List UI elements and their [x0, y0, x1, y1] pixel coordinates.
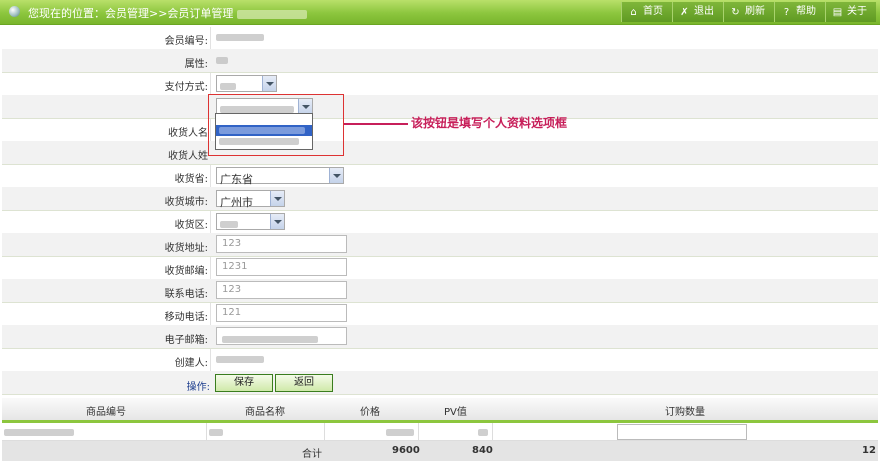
total-quantity: 12	[862, 445, 876, 456]
member-no-value	[216, 32, 264, 43]
highlight-box	[208, 94, 344, 156]
col-pv: PV值	[444, 407, 467, 418]
total-price: 9600	[392, 445, 420, 456]
receiver-name-label: 收货人名	[168, 128, 208, 139]
attr-value	[216, 55, 228, 66]
help-icon: ?	[783, 6, 790, 18]
province-select[interactable]: 广东省	[216, 167, 344, 186]
mobile-input[interactable]: 121	[216, 304, 347, 322]
district-label: 收货区:	[174, 220, 208, 231]
nav-home-button[interactable]: ⌂ 首页	[621, 2, 672, 22]
table-row	[2, 423, 878, 441]
location-icon	[9, 6, 20, 17]
operation-label: 操作:	[186, 382, 210, 393]
products-header: 商品编号 商品名称 价格 PV值 订购数量	[2, 398, 878, 423]
chevron-down-icon	[329, 168, 343, 183]
address-input[interactable]: 123	[216, 235, 347, 253]
save-button[interactable]: 保存	[215, 374, 273, 392]
row-province: 收货省: 广东省	[2, 164, 878, 188]
email-label: 电子邮箱:	[164, 335, 208, 346]
total-label: 合计	[302, 449, 322, 460]
row-phone: 联系电话: 123	[2, 279, 878, 303]
top-bar: 您现在的位置：会员管理>>会员订单管理 ⌂ 首页 ✗ 退出 ↻ 刷新 ? 帮助 ▤ 关于	[0, 0, 880, 25]
receiver-surname-label: 收货人姓	[168, 151, 208, 162]
col-quantity: 订购数量	[665, 407, 705, 418]
payment-select[interactable]	[216, 75, 277, 92]
district-select[interactable]	[216, 213, 285, 230]
city-select[interactable]: 广州市	[216, 190, 285, 209]
row-mobile: 移动电话: 121	[2, 302, 878, 326]
address-label: 收货地址:	[164, 243, 208, 254]
row-city: 收货城市: 广州市	[2, 187, 878, 211]
nav-about-button[interactable]: ▤ 关于	[825, 2, 876, 22]
quantity-input[interactable]	[617, 424, 747, 440]
zip-label: 收货邮编:	[164, 266, 208, 277]
row-member-no: 会员编号:	[2, 26, 878, 50]
creator-value	[216, 354, 264, 365]
row-operation	[2, 371, 878, 395]
cell-product-name	[206, 423, 325, 440]
phone-label: 联系电话:	[164, 289, 208, 300]
email-input[interactable]	[216, 327, 347, 345]
callout-line	[344, 123, 408, 125]
row-address: 收货地址: 123	[2, 233, 878, 257]
cell-pv	[418, 423, 493, 440]
col-product-no: 商品编号	[86, 407, 126, 418]
nav-help-button[interactable]: ? 帮助	[774, 2, 825, 22]
row-attr: 属性:	[2, 49, 878, 73]
cell-price	[324, 423, 419, 440]
zip-input[interactable]: 1231	[216, 258, 347, 276]
about-icon: ▤	[832, 6, 843, 18]
col-product-name: 商品名称	[245, 407, 285, 418]
row-district: 收货区:	[2, 210, 878, 234]
nav-exit-button[interactable]: ✗ 退出	[672, 2, 723, 22]
city-label: 收货城市:	[164, 197, 208, 208]
exit-icon: ✗	[680, 6, 689, 18]
row-payment: 支付方式:	[2, 72, 878, 96]
home-icon: ⌂	[630, 6, 637, 18]
chevron-down-icon	[262, 76, 276, 91]
attr-label: 属性:	[184, 59, 208, 70]
chevron-down-icon	[270, 191, 284, 206]
breadcrumb: 您现在的位置：会员管理>>会员订单管理	[28, 5, 308, 21]
total-row: 合计 9600 840 12	[2, 441, 878, 461]
payment-label: 支付方式:	[164, 82, 208, 93]
chevron-down-icon	[270, 214, 284, 229]
back-button[interactable]: 返回	[275, 374, 333, 392]
row-receiver-surname: 收货人姓	[2, 141, 878, 165]
callout-text: 该按钮是填写个人资料选项框	[411, 116, 568, 130]
row-email: 电子邮箱:	[2, 325, 878, 349]
phone-input[interactable]: 123	[216, 281, 347, 299]
total-pv: 840	[472, 445, 493, 456]
col-price: 价格	[360, 407, 380, 418]
cell-product-no	[2, 423, 207, 440]
creator-label: 创建人:	[174, 358, 208, 369]
row-zip: 收货邮编: 1231	[2, 256, 878, 280]
nav-refresh-button[interactable]: ↻ 刷新	[723, 2, 774, 22]
mobile-label: 移动电话:	[164, 312, 208, 323]
member-no-label: 会员编号:	[164, 36, 208, 47]
province-label: 收货省:	[174, 174, 208, 185]
row-creator: 创建人:	[2, 348, 878, 372]
refresh-icon: ↻	[731, 6, 740, 18]
top-nav: ⌂ 首页 ✗ 退出 ↻ 刷新 ? 帮助 ▤ 关于	[621, 2, 876, 22]
